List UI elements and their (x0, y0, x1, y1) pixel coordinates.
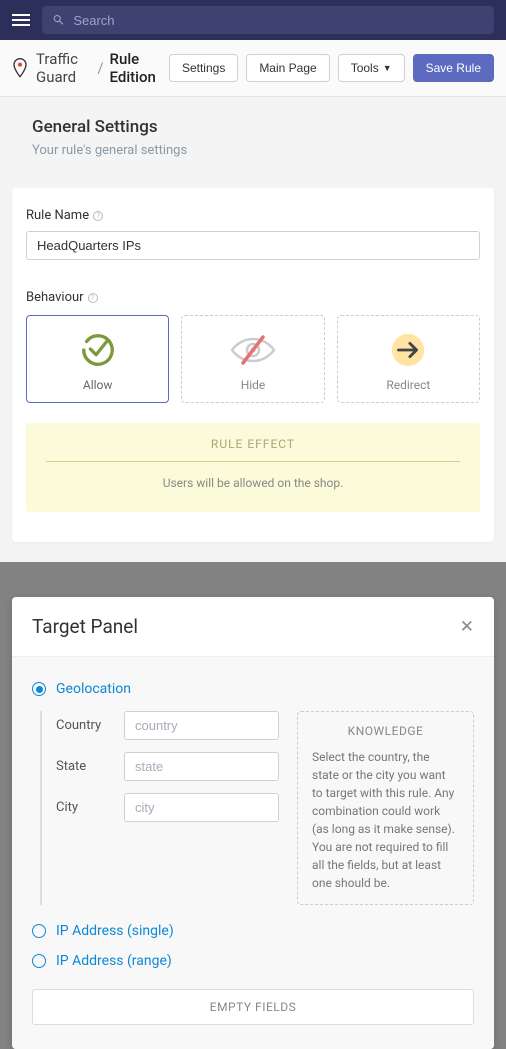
radio-button-icon[interactable] (32, 924, 46, 938)
caret-down-icon: ▼ (383, 63, 392, 73)
state-input[interactable] (124, 752, 279, 781)
empty-fields-title: EMPTY FIELDS (43, 1000, 463, 1014)
rule-effect-title: RULE EFFECT (46, 437, 460, 462)
behaviour-option-hide[interactable]: Hide (181, 315, 324, 403)
empty-fields-box: EMPTY FIELDS (32, 989, 474, 1025)
modal-body: Geolocation Country State City (12, 657, 494, 1049)
knowledge-body: Select the country, the state or the cit… (312, 748, 459, 892)
modal-header: Target Panel ✕ (12, 597, 494, 657)
geolocation-fields: Country State City (40, 711, 279, 905)
rule-name-label: Rule Name ? (26, 208, 480, 223)
state-label: State (56, 759, 112, 774)
header-buttons: Settings Main Page Tools▼ Save Rule (169, 54, 494, 82)
radio-label[interactable]: Geolocation (56, 681, 131, 697)
behaviour-options: Allow Hide Redirect (26, 315, 480, 403)
knowledge-box: KNOWLEDGE Select the country, the state … (297, 711, 474, 905)
topbar (0, 0, 506, 40)
breadcrumb-current: Rule Edition (110, 50, 161, 86)
radio-button-icon[interactable] (32, 954, 46, 968)
save-rule-button[interactable]: Save Rule (413, 54, 494, 82)
breadcrumb-root[interactable]: Traffic Guard (36, 50, 91, 86)
city-label: City (56, 800, 112, 815)
rule-name-input[interactable] (26, 231, 480, 260)
search-icon (52, 13, 65, 27)
radio-geolocation[interactable]: Geolocation (32, 681, 474, 697)
modal-backdrop: Target Panel ✕ Geolocation Country State (0, 562, 506, 1049)
geolocation-content: Country State City KNOWLEDGE Select the … (40, 711, 474, 905)
hamburger-menu-icon[interactable] (12, 14, 30, 26)
tools-dropdown-button[interactable]: Tools▼ (338, 54, 405, 82)
checkmark-circle-icon (37, 330, 158, 370)
logo-pin-icon (12, 58, 28, 78)
help-icon[interactable]: ? (88, 293, 98, 303)
country-input[interactable] (124, 711, 279, 740)
arrow-circle-icon (348, 330, 469, 370)
breadcrumb-separator: / (97, 59, 103, 77)
search-input[interactable] (73, 13, 484, 28)
rule-effect-box: RULE EFFECT Users will be allowed on the… (26, 423, 480, 512)
knowledge-title: KNOWLEDGE (312, 724, 459, 738)
general-settings-card: Rule Name ? Behaviour ? Allow (12, 188, 494, 542)
eye-slash-icon (192, 330, 313, 370)
behaviour-option-redirect[interactable]: Redirect (337, 315, 480, 403)
behaviour-option-allow[interactable]: Allow (26, 315, 169, 403)
header: Traffic Guard / Rule Edition Settings Ma… (0, 40, 506, 97)
target-panel-modal: Target Panel ✕ Geolocation Country State (12, 597, 494, 1049)
city-input[interactable] (124, 793, 279, 822)
modal-title: Target Panel (32, 615, 138, 638)
radio-label[interactable]: IP Address (single) (56, 923, 174, 939)
search-box[interactable] (42, 6, 494, 34)
content: General Settings Your rule's general set… (0, 97, 506, 562)
help-icon[interactable]: ? (93, 211, 103, 221)
close-icon[interactable]: ✕ (460, 617, 474, 637)
radio-button-icon[interactable] (32, 682, 46, 696)
section-subtitle: Your rule's general settings (12, 143, 494, 158)
breadcrumb: Traffic Guard / Rule Edition (36, 50, 161, 86)
main-page-button[interactable]: Main Page (246, 54, 329, 82)
section-title: General Settings (12, 117, 494, 137)
radio-ip-range[interactable]: IP Address (range) (32, 953, 474, 969)
rule-effect-text: Users will be allowed on the shop. (46, 476, 460, 490)
radio-ip-single[interactable]: IP Address (single) (32, 923, 474, 939)
radio-label[interactable]: IP Address (range) (56, 953, 172, 969)
country-label: Country (56, 718, 112, 733)
settings-button[interactable]: Settings (169, 54, 238, 82)
behaviour-label: Behaviour ? (26, 290, 480, 305)
